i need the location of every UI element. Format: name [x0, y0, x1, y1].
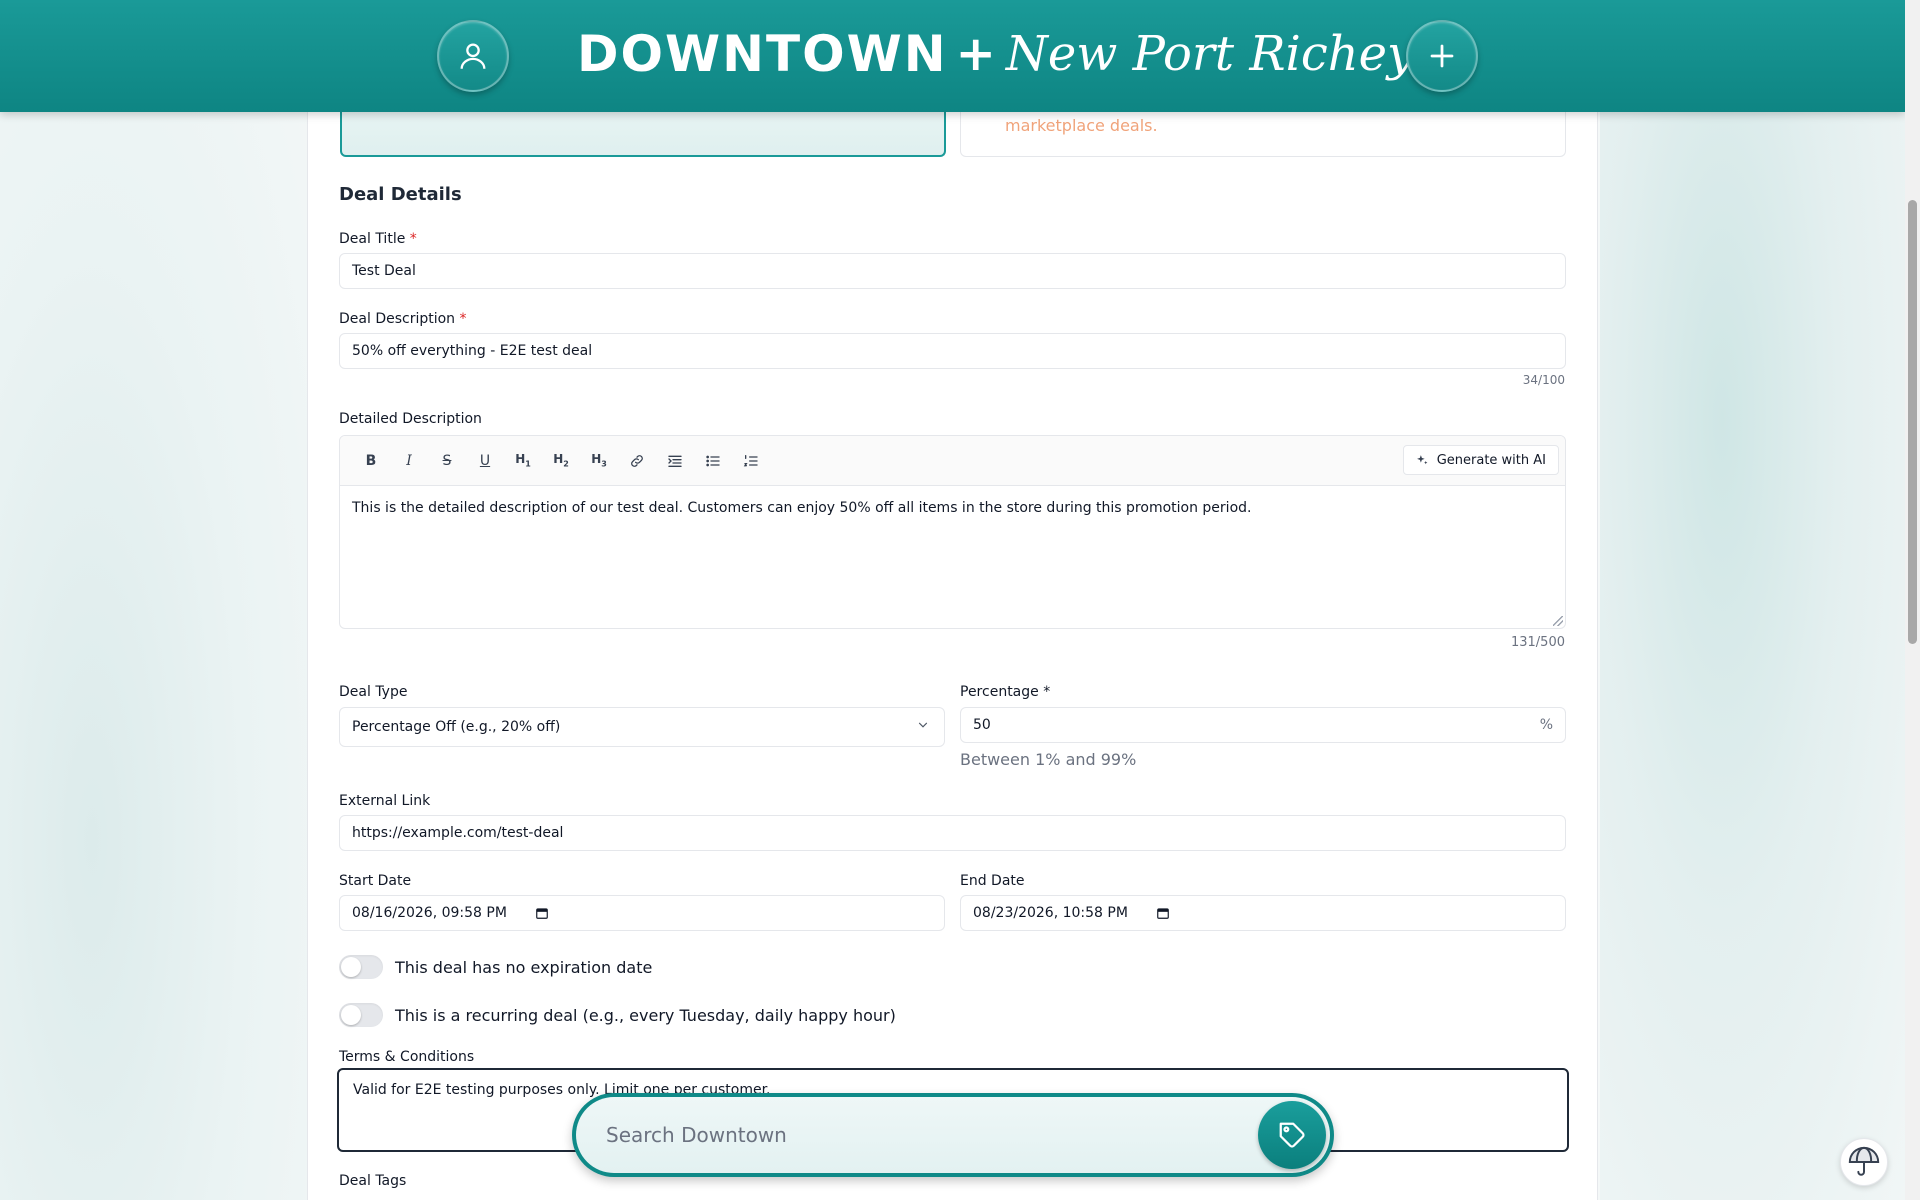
description-counter: 34/100 — [1522, 373, 1565, 387]
resize-handle[interactable] — [1553, 616, 1563, 626]
brand-plus: + — [955, 26, 996, 82]
heading-3-icon: H3 — [591, 452, 607, 469]
calendar-icon[interactable] — [535, 906, 549, 920]
chevron-down-icon — [918, 722, 928, 728]
bold-icon: B — [365, 452, 377, 469]
add-button[interactable] — [1406, 20, 1478, 92]
section-title: Deal Details — [339, 184, 462, 205]
indent-icon — [668, 455, 682, 467]
calendar-icon[interactable] — [1156, 906, 1170, 920]
heading-3-button[interactable]: H3 — [580, 446, 618, 476]
required-mark: * — [459, 311, 467, 327]
sparkles-icon — [1416, 454, 1428, 464]
heading-1-icon: H1 — [515, 452, 531, 469]
detailed-description-counter: 131/500 — [1510, 635, 1565, 650]
option-card-text: marketplace deals. — [1005, 116, 1158, 135]
end-date-label: End Date — [960, 873, 1025, 889]
recurring-label: This is a recurring deal (e.g., every Tu… — [395, 1005, 896, 1025]
numbered-list-button[interactable] — [732, 446, 770, 476]
percent-suffix: % — [1539, 717, 1553, 733]
editor-toolbar: B I S U H1 H2 H3 Generate with AI — [340, 436, 1565, 486]
underline-button[interactable]: U — [466, 446, 504, 476]
deal-description-input[interactable]: 50% off everything - E2E test deal — [339, 333, 1566, 369]
no-expiration-label: This deal has no expiration date — [395, 957, 653, 977]
deal-title-input[interactable]: Test Deal — [339, 253, 1566, 289]
tag-icon — [1279, 1122, 1305, 1148]
end-date-input[interactable]: 08/23/2026, 10:58 PM — [960, 895, 1566, 931]
strikethrough-icon: S — [442, 452, 452, 469]
start-date-value: 08/16/2026, 09:58 PM — [352, 905, 507, 921]
deal-tags-label: Deal Tags — [339, 1173, 407, 1189]
generate-with-ai-label: Generate with AI — [1436, 452, 1546, 468]
percentage-hint: Between 1% and 99% — [960, 750, 1137, 769]
strikethrough-button[interactable]: S — [428, 446, 466, 476]
start-date-input[interactable]: 08/16/2026, 09:58 PM — [339, 895, 945, 931]
numbered-list-icon — [743, 454, 758, 466]
deal-type-select[interactable]: Percentage Off (e.g., 20% off) — [339, 707, 945, 747]
italic-icon: I — [406, 452, 412, 469]
search-input[interactable] — [606, 1123, 1206, 1147]
brand-city: New Port Richey — [1005, 26, 1415, 82]
indent-button[interactable] — [656, 446, 694, 476]
scrollbar-thumb[interactable] — [1908, 200, 1917, 644]
external-link-label: External Link — [339, 793, 431, 809]
percentage-input[interactable]: 50 % — [960, 707, 1566, 743]
heading-1-button[interactable]: H1 — [504, 446, 542, 476]
rich-text-editor: B I S U H1 H2 H3 Generate with AI This i… — [339, 435, 1566, 629]
terms-label: Terms & Conditions — [339, 1049, 475, 1065]
deal-type-value: Percentage Off (e.g., 20% off) — [352, 719, 561, 735]
profile-button[interactable] — [437, 20, 509, 92]
deal-type-label: Deal Type — [339, 684, 408, 700]
end-date-value: 08/23/2026, 10:58 PM — [973, 905, 1128, 921]
search-field-container — [576, 1097, 1330, 1173]
plus-icon — [1430, 44, 1454, 68]
bullet-list-button[interactable] — [694, 446, 732, 476]
no-expiration-row: This deal has no expiration date — [339, 955, 652, 979]
link-icon — [631, 454, 643, 467]
search-bar — [572, 1093, 1334, 1177]
percentage-value: 50 — [973, 717, 991, 733]
floating-umbrella-button[interactable] — [1840, 1138, 1888, 1186]
heading-2-icon: H2 — [553, 452, 569, 469]
no-expiration-toggle[interactable] — [339, 955, 383, 979]
user-icon — [460, 43, 486, 69]
italic-button[interactable]: I — [390, 446, 428, 476]
top-header: DOWNTOWN + New Port Richey — [0, 0, 1905, 112]
page-scrollbar[interactable] — [1905, 0, 1920, 1200]
deal-title-label: Deal Title * — [339, 231, 417, 247]
deal-description-label: Deal Description * — [339, 311, 467, 327]
link-button[interactable] — [618, 446, 656, 476]
deals-button[interactable] — [1258, 1101, 1326, 1169]
start-date-label: Start Date — [339, 873, 412, 889]
brand-main: DOWNTOWN — [577, 25, 948, 83]
bold-button[interactable]: B — [352, 446, 390, 476]
generate-with-ai-button[interactable]: Generate with AI — [1402, 445, 1559, 475]
recurring-row: This is a recurring deal (e.g., every Tu… — [339, 1003, 896, 1027]
bullet-list-icon — [706, 455, 720, 466]
recurring-toggle[interactable] — [339, 1003, 383, 1027]
underline-icon: U — [479, 452, 491, 469]
editor-content[interactable]: This is the detailed description of our … — [340, 486, 1565, 530]
detailed-description-label: Detailed Description — [339, 411, 482, 427]
external-link-input[interactable]: https://example.com/test-deal — [339, 815, 1566, 851]
required-mark: * — [409, 231, 417, 247]
percentage-label: Percentage * — [960, 684, 1051, 700]
brand-logo[interactable]: DOWNTOWN + New Port Richey — [577, 18, 1414, 90]
heading-2-button[interactable]: H2 — [542, 446, 580, 476]
umbrella-icon — [1848, 1146, 1880, 1176]
